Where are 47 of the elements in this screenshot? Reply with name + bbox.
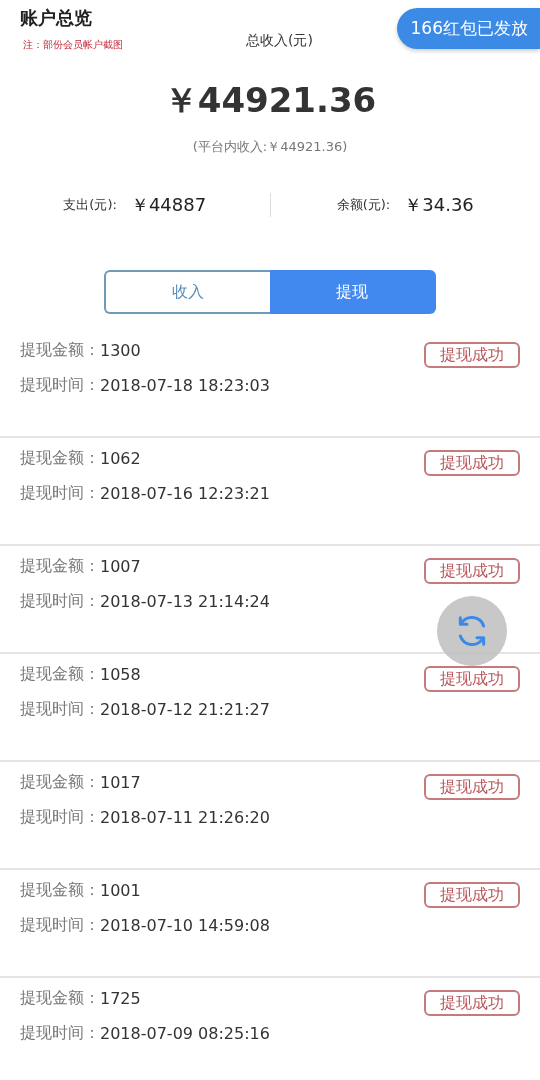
promo-banner[interactable]: 166红包已发放 (396, 8, 540, 49)
time-label: 提现时间： (20, 591, 100, 612)
page-title: 账户总览 (20, 6, 93, 30)
status-badge: 提现成功 (424, 450, 520, 476)
status-badge: 提现成功 (424, 882, 520, 908)
amount-label: 提现金额： (20, 772, 100, 793)
tab[interactable]: 提现 (270, 270, 436, 314)
status-badge: 提现成功 (424, 558, 520, 584)
amount-label: 提现金额： (20, 448, 100, 469)
amount-label: 提现金额： (20, 880, 100, 901)
amount-value: 1007 (100, 557, 141, 576)
time-value: 2018-07-16 12:23:21 (100, 484, 270, 503)
note-text: 注：部份会员帐户截图 (23, 38, 124, 52)
amount-value: 1058 (100, 665, 141, 684)
time-label: 提现时间： (20, 1023, 100, 1044)
amount-label: 提现金额： (20, 340, 100, 361)
time-label: 提现时间： (20, 375, 100, 396)
stat-label: 余额(元): (336, 196, 391, 214)
time-value: 2018-07-11 21:26:20 (100, 808, 270, 827)
amount-value: 1017 (100, 773, 141, 792)
amount-value: 1300 (100, 341, 141, 360)
stat-value: ￥34.36 (404, 193, 474, 217)
income-label: 总收入(元) (246, 32, 313, 50)
time-value: 2018-07-18 18:23:03 (100, 376, 270, 395)
amount-value: 1001 (100, 881, 141, 900)
time-value: 2018-07-10 14:59:08 (100, 916, 270, 935)
amount-label: 提现金额： (20, 988, 100, 1009)
time-value: 2018-07-13 21:14:24 (100, 592, 270, 611)
amount-label: 提现金额： (20, 556, 100, 577)
time-label: 提现时间： (20, 483, 100, 504)
status-badge: 提现成功 (424, 666, 520, 692)
time-label: 提现时间： (20, 915, 100, 936)
stat-label: 支出(元): (63, 196, 117, 214)
time-label: 提现时间： (20, 807, 100, 828)
platform-income: (平台内收入:￥44921.36) (191, 138, 349, 156)
status-badge: 提现成功 (424, 774, 520, 800)
amount-value: 1062 (100, 449, 141, 468)
time-label: 提现时间： (20, 699, 100, 720)
status-badge: 提现成功 (424, 990, 520, 1016)
tab[interactable]: 收入 (104, 270, 270, 314)
stat-value: ￥44887 (130, 193, 207, 217)
amount-label: 提现金额： (20, 664, 100, 685)
time-value: 2018-07-12 21:21:27 (100, 700, 270, 719)
total-amount: ￥44921.36 (162, 79, 378, 122)
status-badge: 提现成功 (424, 342, 520, 368)
time-value: 2018-07-09 08:25:16 (100, 1024, 270, 1043)
amount-value: 1725 (100, 989, 141, 1008)
